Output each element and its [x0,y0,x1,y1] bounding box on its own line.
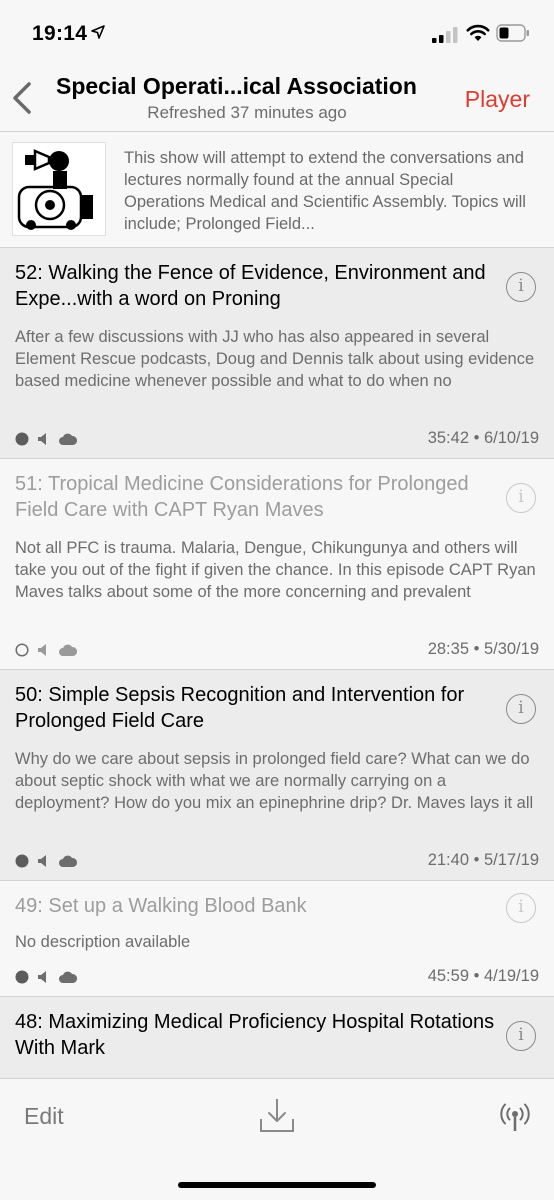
episode-row[interactable]: 52: Walking the Fence of Evidence, Envir… [0,248,554,459]
unplayed-dot-icon [15,432,29,446]
episode-title: 52: Walking the Fence of Evidence, Envir… [15,262,486,310]
info-icon[interactable]: i [506,694,536,724]
episode-description: Not all PFC is trauma. Malaria, Dengue, … [15,539,536,601]
episode-duration-date: 45:59 • 4/19/19 [427,967,539,985]
player-button[interactable]: Player [465,86,530,113]
episode-description: Why do we care about sepsis in prolonged… [15,750,534,812]
episode-list: 52: Walking the Fence of Evidence, Envir… [0,248,554,1097]
episode-title: 50: Simple Sepsis Recognition and Interv… [15,684,465,732]
audio-speaker-icon [38,644,46,656]
unplayed-dot-icon [15,970,29,984]
audio-speaker-icon [38,971,46,983]
episode-row[interactable]: 50: Simple Sepsis Recognition and Interv… [0,670,554,881]
episode-description: No description available [15,933,191,951]
navigation-bar: Special Operati...ical Association Refre… [0,62,554,132]
show-info: This show will attempt to extend the con… [0,132,554,248]
refresh-status: Refreshed 37 minutes ago [147,103,347,122]
episode-title: 51: Tropical Medicine Considerations for… [15,473,469,521]
download-icon[interactable] [259,1097,295,1135]
status-bar: 19:14 [0,0,554,62]
show-description: This show will attempt to extend the con… [124,149,526,233]
home-indicator [178,1182,376,1188]
cloud-icon [59,971,77,983]
wifi-icon [466,24,490,41]
unplayed-dot-icon [15,854,29,868]
cellular-signal-icon [432,27,458,43]
episode-meta: 45:59 • 4/19/19 [15,967,539,987]
episode-meta: 28:35 • 5/30/19 [15,640,539,660]
episode-duration-date: 21:40 • 5/17/19 [427,851,539,869]
episode-duration-date: 28:35 • 5/30/19 [427,640,539,658]
status-time: 19:14 [32,22,88,45]
cloud-icon [59,855,77,867]
info-icon[interactable]: i [506,1021,536,1051]
location-arrow-icon [91,25,105,39]
podcast-logo-icon [17,149,93,230]
broadcast-antenna-icon[interactable] [500,1101,530,1133]
bottom-toolbar: Edit [0,1078,554,1200]
cloud-icon [59,644,77,656]
episode-row[interactable]: 51: Tropical Medicine Considerations for… [0,459,554,670]
edit-button[interactable]: Edit [24,1103,64,1130]
show-artwork [12,142,106,236]
audio-speaker-icon [38,855,46,867]
battery-icon [496,24,529,42]
episode-description: After a few discussions with JJ who has … [15,328,535,390]
cloud-icon [59,433,77,445]
episode-title: 49: Set up a Walking Blood Bank [15,895,307,917]
info-icon[interactable]: i [506,483,536,513]
info-icon[interactable]: i [506,893,536,923]
episode-meta: 21:40 • 5/17/19 [15,851,539,871]
info-icon[interactable]: i [506,272,536,302]
episode-row[interactable]: 49: Set up a Walking Blood Bank i No des… [0,881,554,997]
audio-speaker-icon [38,433,46,445]
episode-title: 48: Maximizing Medical Proficiency Hospi… [15,1011,495,1059]
page-title: Special Operati...ical Association [56,73,417,99]
episode-meta: 35:42 • 6/10/19 [15,429,539,449]
played-circle-icon [15,643,29,657]
episode-duration-date: 35:42 • 6/10/19 [427,429,539,447]
